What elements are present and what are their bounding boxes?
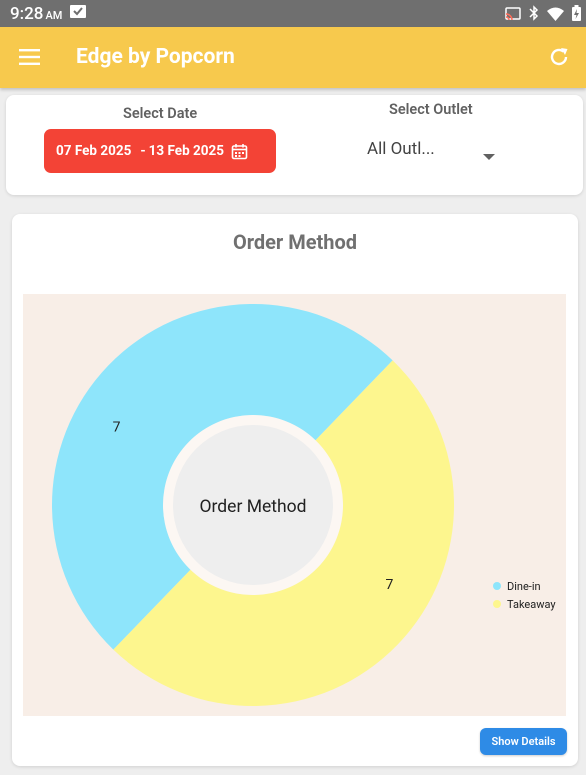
- legend-item: Dine-in: [493, 577, 556, 595]
- chart-area: Order Method 7 7 Dine-in Takeaway: [23, 294, 566, 716]
- date-separator: -: [140, 143, 146, 159]
- date-to: 13 Feb 2025: [148, 143, 225, 159]
- dropdown-caret-icon: [483, 146, 495, 165]
- slice-value-label: 7: [113, 419, 121, 435]
- date-from: 07 Feb 2025: [56, 143, 132, 159]
- select-outlet-label: Select Outlet: [389, 101, 473, 118]
- calendar-icon: [231, 143, 248, 160]
- legend-swatch: [493, 582, 501, 590]
- battery-charging-icon: [572, 5, 581, 25]
- cast-icon: [505, 6, 521, 25]
- slice-value-label: 7: [385, 577, 393, 593]
- outlet-dropdown[interactable]: All Outl...: [367, 137, 507, 165]
- legend-item: Takeaway: [493, 595, 556, 613]
- status-icons: [505, 5, 581, 25]
- show-details-button[interactable]: Show Details: [480, 728, 567, 755]
- refresh-icon[interactable]: [548, 46, 570, 68]
- wifi-icon: [547, 6, 564, 25]
- legend-label: Dine-in: [507, 579, 541, 593]
- outlet-dropdown-value: All Outl...: [367, 139, 435, 159]
- bluetooth-icon: [529, 5, 539, 25]
- hamburger-menu-icon[interactable]: [19, 48, 41, 66]
- filter-card: Select Date 07 Feb 2025 - 13 Feb 2025 Se…: [6, 95, 583, 195]
- chart-legend: Dine-in Takeaway: [493, 577, 556, 613]
- select-date-label: Select Date: [123, 105, 198, 122]
- donut-chart: Order Method 7 7: [52, 304, 455, 706]
- donut-center-label: Order Method: [200, 497, 307, 517]
- status-bar: 9:28 AM: [0, 0, 586, 27]
- app-bar: Edge by Popcorn: [0, 27, 586, 88]
- app-title: Edge by Popcorn: [76, 45, 235, 69]
- legend-swatch: [493, 600, 501, 608]
- order-method-card: Order Method Order Method 7 7 Dine-in Take…: [12, 214, 578, 766]
- chart-title: Order Method: [232, 230, 358, 254]
- date-range-button[interactable]: 07 Feb 2025 - 13 Feb 2025: [44, 129, 276, 173]
- status-time-value: 9:28: [10, 4, 44, 24]
- screen-mirror-check-icon: [69, 4, 87, 24]
- status-time: 9:28 AM: [10, 4, 62, 24]
- legend-label: Takeaway: [507, 597, 556, 611]
- status-time-ampm: AM: [45, 9, 63, 22]
